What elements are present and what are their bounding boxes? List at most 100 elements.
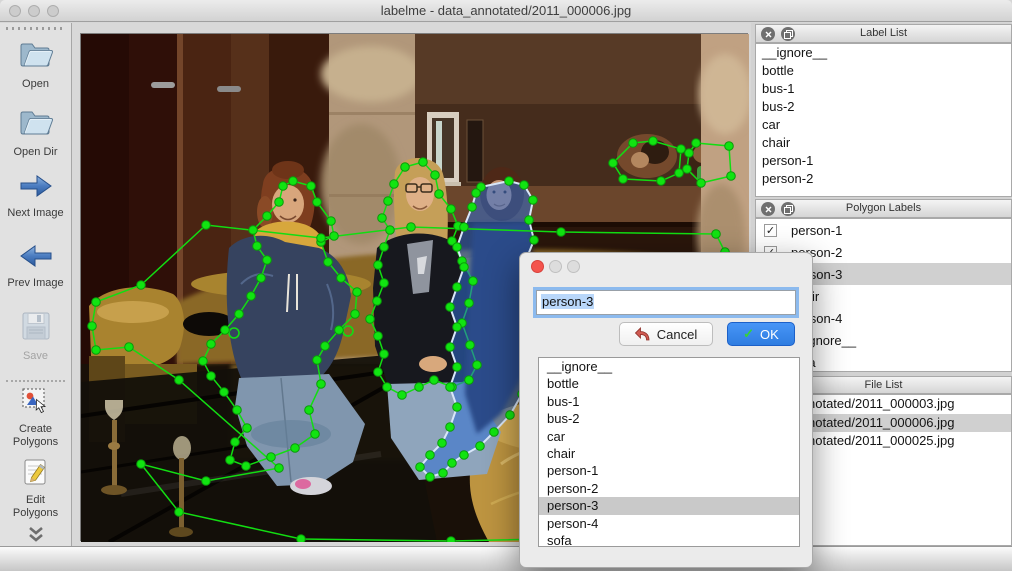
polygon-vertex[interactable] [329, 231, 339, 241]
dialog-label-item[interactable]: person-4 [539, 515, 799, 532]
polygon-vertex[interactable] [198, 356, 208, 366]
cancel-button[interactable]: Cancel [619, 322, 713, 346]
polygon-vertex[interactable] [406, 222, 416, 232]
dialog-label-item[interactable]: chair [539, 445, 799, 462]
annotation-polygon-__ignore__[interactable] [686, 142, 732, 184]
polygon-vertex[interactable] [334, 325, 344, 335]
polygon-vertex[interactable] [656, 176, 666, 186]
polygon-vertex[interactable] [452, 322, 462, 332]
dialog-close-button[interactable] [531, 260, 544, 273]
polygon-vertex[interactable] [323, 257, 333, 267]
polygon-vertex[interactable] [248, 225, 258, 235]
polygon-vertex[interactable] [475, 441, 485, 451]
polygon-vertex[interactable] [312, 197, 322, 207]
polygon-vertex[interactable] [425, 472, 435, 482]
polygon-vertex[interactable] [241, 461, 251, 471]
tool-open[interactable]: Open [0, 38, 71, 91]
polygon-vertex[interactable] [379, 349, 389, 359]
polygon-label-row[interactable]: ✓ person-1 [756, 219, 1011, 241]
polygon-vertex[interactable] [246, 291, 256, 301]
polygon-vertex[interactable] [459, 262, 469, 272]
polygon-vertex[interactable] [316, 379, 326, 389]
polygon-vertex[interactable] [724, 141, 734, 151]
label-list-item[interactable]: car [756, 116, 1011, 134]
polygon-vertex[interactable] [528, 195, 538, 205]
polygon-vertex[interactable] [274, 463, 284, 473]
polygon-vertex[interactable] [452, 282, 462, 292]
polygon-vertex[interactable] [278, 181, 288, 191]
polygon-vertex[interactable] [266, 452, 276, 462]
polygon-vertex[interactable] [316, 233, 326, 243]
polygon-vertex[interactable] [556, 227, 566, 237]
polygon-vertex[interactable] [326, 216, 336, 226]
close-panel-icon[interactable] [761, 202, 775, 216]
label-list-item[interactable]: person-1 [756, 152, 1011, 170]
polygon-vertex[interactable] [377, 213, 387, 223]
polygon-vertex[interactable] [91, 345, 101, 355]
polygon-vertex[interactable] [336, 273, 346, 283]
polygon-vertex[interactable] [379, 278, 389, 288]
ok-button[interactable]: ✓ OK [727, 322, 795, 346]
polygon-vertex[interactable] [230, 437, 240, 447]
close-panel-icon[interactable] [761, 27, 775, 41]
polygon-vertex[interactable] [350, 309, 360, 319]
polygon-vertex[interactable] [628, 138, 638, 148]
polygon-vertex[interactable] [446, 204, 456, 214]
dialog-label-item[interactable]: car [539, 428, 799, 445]
polygon-vertex[interactable] [608, 158, 618, 168]
polygon-labels-panel-header[interactable]: Polygon Labels [755, 199, 1012, 218]
polygon-vertex[interactable] [206, 371, 216, 381]
polygon-vertex[interactable] [290, 443, 300, 453]
polygon-vertex[interactable] [430, 170, 440, 180]
polygon-vertex[interactable] [352, 287, 362, 297]
tool-next-image[interactable]: Next Image [0, 173, 71, 220]
label-list-panel-header[interactable]: Label List [755, 24, 1012, 43]
polygon-vertex[interactable] [312, 355, 322, 365]
polygon-vertex[interactable] [472, 360, 482, 370]
polygon-vertex[interactable] [201, 220, 211, 230]
polygon-vertex[interactable] [464, 375, 474, 385]
polygon-vertex[interactable] [529, 235, 539, 245]
polygon-vertex[interactable] [306, 181, 316, 191]
polygon-vertex[interactable] [274, 197, 284, 207]
polygon-vertex[interactable] [389, 179, 399, 189]
polygon-vertex[interactable] [87, 321, 97, 331]
polygon-vertex[interactable] [468, 276, 478, 286]
polygon-vertex[interactable] [467, 202, 477, 212]
tool-save[interactable]: Save [0, 310, 71, 363]
polygon-vertex[interactable] [684, 148, 694, 158]
label-list-item[interactable]: bus-1 [756, 80, 1011, 98]
polygon-vertex[interactable] [242, 423, 252, 433]
polygon-vertex[interactable] [447, 458, 457, 468]
label-dialog[interactable]: person-3 Cancel ✓ OK __ignore__ bottle bus… [519, 252, 813, 568]
dialog-label-item[interactable]: person-3 [539, 497, 799, 515]
float-panel-icon[interactable] [781, 27, 795, 41]
toolbar-overflow-chevron-icon[interactable] [0, 527, 71, 547]
polygon-vertex[interactable] [524, 215, 534, 225]
polygon-vertex[interactable] [452, 402, 462, 412]
polygon-vertex[interactable] [397, 390, 407, 400]
polygon-vertex[interactable] [415, 462, 425, 472]
polygon-visibility-checkbox[interactable]: ✓ [764, 223, 777, 237]
polygon-vertex[interactable] [174, 375, 184, 385]
annotation-polygon-person-3[interactable] [418, 179, 536, 479]
polygon-vertex[interactable] [489, 427, 499, 437]
toolbar-drag-handle[interactable] [6, 27, 65, 30]
polygon-vertex[interactable] [219, 387, 229, 397]
tool-edit-polygons[interactable]: Edit Polygons [0, 458, 71, 520]
polygon-vertex[interactable] [445, 382, 455, 392]
dialog-label-item[interactable]: person-2 [539, 480, 799, 497]
polygon-vertex[interactable] [459, 222, 469, 232]
polygon-vertex[interactable] [726, 171, 736, 181]
polygon-vertex[interactable] [206, 339, 216, 349]
polygon-vertex[interactable] [136, 280, 146, 290]
polygon-vertex[interactable] [465, 340, 475, 350]
polygon-vertex[interactable] [459, 450, 469, 460]
tool-prev-image[interactable]: Prev Image [0, 243, 71, 290]
polygon-vertex[interactable] [464, 298, 474, 308]
polygon-vertex[interactable] [232, 405, 242, 415]
polygon-vertex[interactable] [445, 422, 455, 432]
dialog-zoom-button[interactable] [567, 260, 580, 273]
zoom-window-button[interactable] [47, 5, 59, 17]
label-list-item[interactable]: chair [756, 134, 1011, 152]
